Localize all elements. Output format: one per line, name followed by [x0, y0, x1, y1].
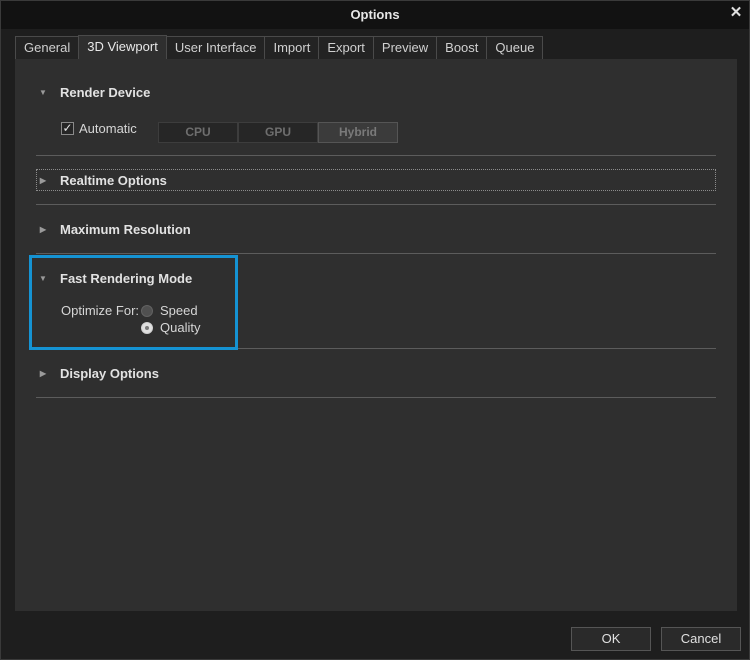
device-hybrid-button[interactable]: Hybrid — [318, 122, 398, 143]
tab-boost[interactable]: Boost — [436, 36, 488, 59]
viewport-settings-panel: ▼ Render Device ✓ Automatic CPU GPU Hybr… — [15, 59, 737, 611]
divider — [36, 155, 716, 156]
device-gpu-button[interactable]: GPU — [238, 122, 318, 143]
ok-button[interactable]: OK — [571, 627, 651, 651]
automatic-checkbox-row[interactable]: ✓ Automatic — [61, 121, 137, 136]
highlight-annotation-box — [29, 255, 238, 350]
section-title: Display Options — [60, 365, 159, 381]
divider — [36, 204, 716, 205]
automatic-label: Automatic — [79, 121, 137, 136]
close-icon[interactable]: ✕ — [727, 4, 745, 22]
tab-export[interactable]: Export — [318, 36, 374, 59]
section-realtime-options-header[interactable]: ▶ Realtime Options — [37, 169, 167, 191]
render-device-selector: CPU GPU Hybrid — [158, 122, 398, 143]
window-title: Options — [350, 7, 400, 22]
tab-bar: General 3D Viewport User Interface Impor… — [15, 35, 544, 59]
triangle-down-icon: ▼ — [39, 87, 47, 97]
section-maximum-resolution-header[interactable]: ▶ Maximum Resolution — [37, 218, 191, 240]
divider — [36, 397, 716, 398]
options-dialog: Options ✕ General 3D Viewport User Inter… — [0, 0, 750, 660]
section-render-device-header[interactable]: ▼ Render Device — [37, 81, 150, 103]
tab-user-interface[interactable]: User Interface — [165, 36, 266, 59]
section-display-options-header[interactable]: ▶ Display Options — [37, 362, 159, 384]
tab-import[interactable]: Import — [264, 36, 320, 59]
cancel-button[interactable]: Cancel — [661, 627, 741, 651]
triangle-right-icon: ▶ — [39, 368, 47, 378]
title-bar: Options ✕ — [1, 1, 749, 29]
tab-queue[interactable]: Queue — [486, 36, 544, 59]
triangle-right-icon: ▶ — [39, 175, 47, 185]
tab-3d-viewport[interactable]: 3D Viewport — [78, 35, 167, 59]
section-title: Render Device — [60, 84, 151, 100]
device-cpu-button[interactable]: CPU — [158, 122, 238, 143]
section-title: Maximum Resolution — [60, 221, 191, 237]
divider — [36, 253, 716, 254]
section-title: Realtime Options — [60, 172, 167, 188]
triangle-right-icon: ▶ — [39, 224, 47, 234]
checkmark-icon[interactable]: ✓ — [61, 122, 74, 135]
tab-general[interactable]: General — [15, 36, 80, 59]
tab-preview[interactable]: Preview — [372, 36, 438, 59]
